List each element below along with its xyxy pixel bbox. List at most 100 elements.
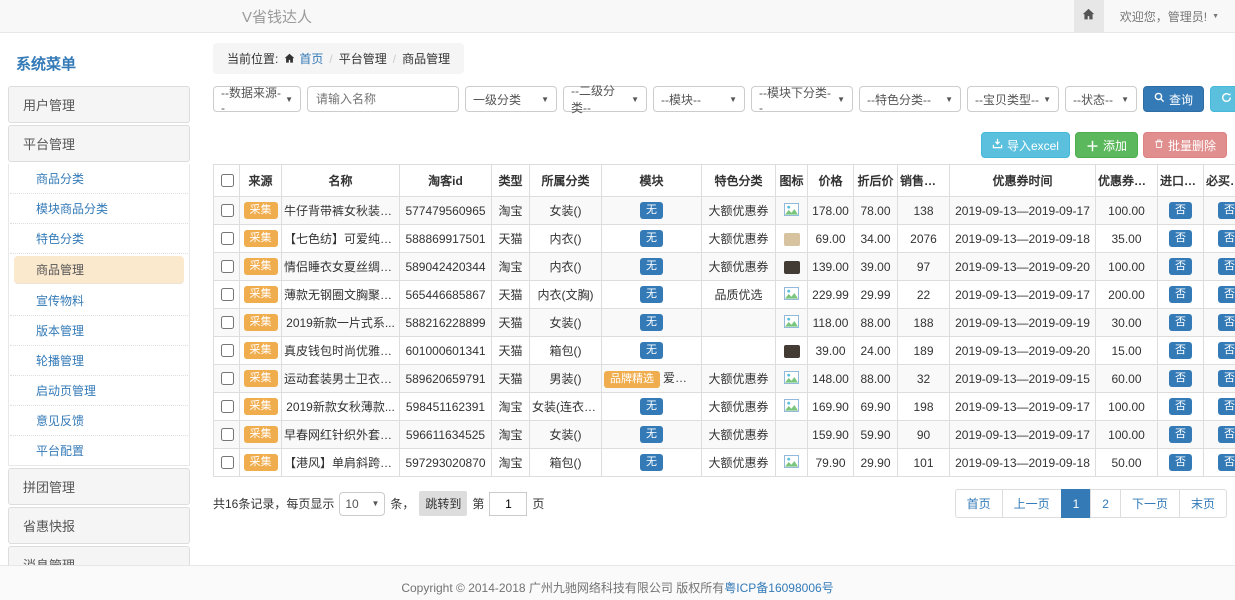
import-select-toggle[interactable]: 否 bbox=[1169, 370, 1192, 387]
module-badge: 无 bbox=[640, 202, 663, 219]
filter-select-value: --数据来源-- bbox=[221, 84, 281, 115]
row-checkbox[interactable] bbox=[221, 372, 234, 385]
filter-bar: --数据来源--▼一级分类▼--二级分类--▼--模块--▼--模块下分类--▼… bbox=[213, 86, 1227, 112]
must-buy-toggle[interactable]: 否 bbox=[1218, 258, 1235, 275]
product-name: 真皮钱包时尚优雅女士... bbox=[282, 337, 400, 365]
import-select-toggle[interactable]: 否 bbox=[1169, 286, 1192, 303]
page-button-末页[interactable]: 末页 bbox=[1179, 489, 1227, 518]
row-checkbox[interactable] bbox=[221, 400, 234, 413]
table-row: 采集 【七色纺】可爱纯棉家... 588869917501 天猫 内衣() 无 … bbox=[214, 225, 1235, 253]
must-buy-toggle[interactable]: 否 bbox=[1218, 286, 1235, 303]
select-all-checkbox[interactable] bbox=[221, 174, 234, 187]
import-select-toggle[interactable]: 否 bbox=[1169, 454, 1192, 471]
import-select-toggle[interactable]: 否 bbox=[1169, 314, 1192, 331]
must-buy-toggle[interactable]: 否 bbox=[1218, 230, 1235, 247]
sidebar-item-平台配置[interactable]: 平台配置 bbox=[10, 436, 188, 465]
product-type: 天猫 bbox=[492, 337, 530, 365]
must-buy-toggle[interactable]: 否 bbox=[1218, 426, 1235, 443]
table-row: 采集 运动套装男士卫衣初秋... 589620659791 天猫 男装() 品牌… bbox=[214, 365, 1235, 393]
sidebar-item-版本管理[interactable]: 版本管理 bbox=[10, 316, 188, 346]
import-icon bbox=[992, 138, 1003, 152]
icp-link[interactable]: 粤ICP备16098006号 bbox=[724, 581, 833, 595]
sidebar-item-启动页管理[interactable]: 启动页管理 bbox=[10, 376, 188, 406]
module-badge: 无 bbox=[640, 454, 663, 471]
sidebar-item-平台管理[interactable]: 平台管理 bbox=[8, 125, 190, 162]
filter-select[interactable]: --数据来源-- ▼ bbox=[213, 86, 301, 112]
product-thumbnail bbox=[784, 233, 800, 246]
page-button-2[interactable]: 2 bbox=[1090, 489, 1121, 518]
import-select-toggle[interactable]: 否 bbox=[1169, 202, 1192, 219]
must-buy-toggle[interactable]: 否 bbox=[1218, 454, 1235, 471]
breadcrumb-home-link[interactable]: 首页 bbox=[299, 50, 323, 67]
home-button[interactable] bbox=[1074, 0, 1104, 32]
row-checkbox[interactable] bbox=[221, 428, 234, 441]
chevron-down-icon: ▼ bbox=[285, 95, 293, 104]
import-select-toggle[interactable]: 否 bbox=[1169, 426, 1192, 443]
sidebar-item-轮播管理[interactable]: 轮播管理 bbox=[10, 346, 188, 376]
filter-select[interactable]: --二级分类--▼ bbox=[563, 86, 647, 112]
must-buy-toggle[interactable]: 否 bbox=[1218, 398, 1235, 415]
sidebar-subitem-label: 启动页管理 bbox=[36, 384, 96, 398]
feature-category: 品质优选 bbox=[702, 281, 776, 309]
must-buy-toggle[interactable]: 否 bbox=[1218, 202, 1235, 219]
sidebar-item-省惠快报[interactable]: 省惠快报 bbox=[8, 507, 190, 544]
sidebar-item-特色分类[interactable]: 特色分类 bbox=[10, 224, 188, 254]
search-button[interactable]: 查询 bbox=[1143, 86, 1204, 112]
row-checkbox[interactable] bbox=[221, 232, 234, 245]
import-excel-button[interactable]: 导入excel bbox=[981, 132, 1070, 158]
page-button-1[interactable]: 1 bbox=[1061, 489, 1092, 518]
row-checkbox[interactable] bbox=[221, 316, 234, 329]
must-buy-toggle[interactable]: 否 bbox=[1218, 314, 1235, 331]
filter-select[interactable]: --特色分类--▼ bbox=[859, 86, 961, 112]
table-row: 采集 牛仔背带裤女秋装减龄... 577479560965 淘宝 女装() 无 … bbox=[214, 197, 1235, 225]
page-button-首页[interactable]: 首页 bbox=[955, 489, 1003, 518]
product-thumbnail bbox=[784, 345, 800, 358]
page-button-下一页[interactable]: 下一页 bbox=[1120, 489, 1180, 518]
add-button[interactable]: ＋ 添加 bbox=[1075, 132, 1138, 158]
product-category: 内衣(文胸) bbox=[530, 281, 602, 309]
row-checkbox[interactable] bbox=[221, 344, 234, 357]
coupon-amount: 100.00 bbox=[1096, 253, 1158, 281]
feature-category: 大额优惠券 bbox=[702, 449, 776, 477]
feature-category: 大额优惠券 bbox=[702, 197, 776, 225]
jump-button[interactable]: 跳转到 bbox=[419, 491, 467, 516]
user-menu[interactable]: 欢迎您，管理员! ▼ bbox=[1104, 0, 1235, 32]
sidebar-item-拼团管理[interactable]: 拼团管理 bbox=[8, 468, 190, 505]
coupon-amount: 60.00 bbox=[1096, 365, 1158, 393]
sidebar-item-意见反馈[interactable]: 意见反馈 bbox=[10, 406, 188, 436]
filter-select[interactable]: --状态--▼ bbox=[1065, 86, 1137, 112]
discount-price: 39.00 bbox=[854, 253, 898, 281]
must-buy-toggle[interactable]: 否 bbox=[1218, 342, 1235, 359]
import-select-toggle[interactable]: 否 bbox=[1169, 398, 1192, 415]
discount-price: 34.00 bbox=[854, 225, 898, 253]
filter-select[interactable]: --模块--▼ bbox=[653, 86, 745, 112]
import-select-toggle[interactable]: 否 bbox=[1169, 342, 1192, 359]
jump-page-input[interactable] bbox=[489, 492, 527, 516]
chevron-down-icon: ▼ bbox=[541, 95, 549, 104]
name-search-input[interactable] bbox=[307, 86, 459, 112]
row-checkbox[interactable] bbox=[221, 204, 234, 217]
row-checkbox[interactable] bbox=[221, 288, 234, 301]
per-page-select[interactable]: 10 ▼ bbox=[339, 492, 385, 516]
batch-delete-button[interactable]: 批量删除 bbox=[1143, 132, 1227, 158]
page-button-上一页[interactable]: 上一页 bbox=[1002, 489, 1062, 518]
sidebar-item-商品分类[interactable]: 商品分类 bbox=[10, 164, 188, 194]
reset-button[interactable]: 重置 bbox=[1210, 86, 1235, 112]
sidebar-item-模块商品分类[interactable]: 模块商品分类 bbox=[10, 194, 188, 224]
filter-select[interactable]: --模块下分类--▼ bbox=[751, 86, 853, 112]
sidebar-item-宣传物料[interactable]: 宣传物料 bbox=[10, 286, 188, 316]
sidebar-item-消息管理[interactable]: 消息管理 bbox=[8, 546, 190, 565]
import-select-toggle[interactable]: 否 bbox=[1169, 258, 1192, 275]
chevron-down-icon: ▼ bbox=[1212, 13, 1219, 20]
row-checkbox[interactable] bbox=[221, 260, 234, 273]
product-category: 内衣() bbox=[530, 253, 602, 281]
filter-select[interactable]: 一级分类▼ bbox=[465, 86, 557, 112]
import-select-toggle[interactable]: 否 bbox=[1169, 230, 1192, 247]
sidebar-item-商品管理[interactable]: 商品管理 bbox=[14, 256, 184, 284]
row-checkbox[interactable] bbox=[221, 456, 234, 469]
product-name: 牛仔背带裤女秋装减龄... bbox=[282, 197, 400, 225]
sidebar-item-用户管理[interactable]: 用户管理 bbox=[8, 86, 190, 123]
must-buy-toggle[interactable]: 否 bbox=[1218, 370, 1235, 387]
taoke-id: 589620659791 bbox=[400, 365, 492, 393]
filter-select[interactable]: --宝贝类型--▼ bbox=[967, 86, 1059, 112]
